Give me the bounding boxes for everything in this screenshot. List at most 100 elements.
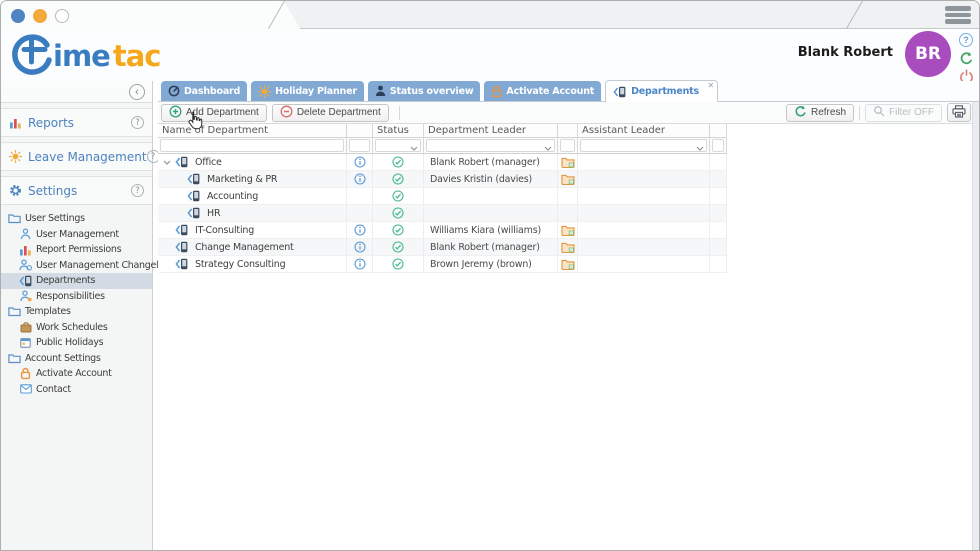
sidebar-item-public-holidays[interactable]: Public Holidays [1, 335, 152, 351]
menu-icon[interactable] [943, 4, 973, 26]
folder-icon [7, 306, 22, 317]
search-icon [873, 105, 885, 120]
filter-cell-name-of-department [158, 138, 347, 154]
info-icon[interactable] [354, 224, 366, 236]
chevron-down-icon[interactable] [696, 143, 704, 154]
add-department-button[interactable]: Add Department [161, 104, 267, 122]
column-header-assistant-leader[interactable]: Assistant Leader [578, 124, 710, 138]
delete-department-button[interactable]: Delete Department [272, 104, 389, 122]
department-name: Office [195, 157, 222, 168]
chevron-down-icon[interactable] [544, 143, 552, 154]
table-row[interactable]: HR [158, 205, 728, 222]
table-row[interactable]: Marketing & PRDavies Kristin (davies) [158, 171, 728, 188]
column-header-spacer-6[interactable] [710, 124, 727, 138]
column-header-status[interactable]: Status [373, 124, 424, 138]
filter-off-button[interactable]: Filter OFF [865, 104, 942, 122]
sun-icon [9, 150, 22, 163]
collapse-sidebar-button[interactable]: ‹ [129, 84, 145, 100]
filter-input-name-of-department[interactable] [160, 139, 344, 152]
folder-doc-icon[interactable] [561, 258, 575, 270]
traffic-light-white[interactable] [55, 9, 69, 23]
filter-combo-assistant-leader[interactable] [580, 139, 707, 152]
sidebar-item-reports[interactable]: Reports? [1, 108, 152, 137]
tab-departments[interactable]: Departments✕ [605, 80, 718, 102]
traffic-light-blue[interactable] [11, 9, 25, 23]
table-row[interactable]: Change ManagementBlank Robert (manager) [158, 239, 728, 256]
expander-chevron-icon[interactable] [162, 160, 172, 165]
tab-status-overview[interactable]: Status overview [368, 81, 481, 101]
sidebar-item-label: Report Permissions [36, 244, 121, 255]
help-icon[interactable]: ? [958, 32, 974, 48]
chart-icon [18, 244, 33, 256]
sidebar-item-user-management-changelog[interactable]: User Management Changelog [1, 258, 152, 274]
spacer-cell [710, 171, 727, 188]
filter-combo-department-leader[interactable] [426, 139, 555, 152]
sidebar-item-label: User Management [36, 229, 119, 240]
refresh-button[interactable]: Refresh [786, 104, 854, 122]
avatar[interactable]: BR [905, 31, 951, 77]
right-panel-strip[interactable] [972, 102, 979, 551]
chevron-down-icon[interactable] [410, 143, 418, 154]
refresh-icon[interactable] [958, 50, 974, 66]
column-header-department-leader[interactable]: Department Leader [424, 124, 558, 138]
table-row[interactable]: OfficeBlank Robert (manager) [158, 154, 728, 171]
filter-input-4[interactable] [560, 139, 575, 152]
sidebar-item-work-schedules[interactable]: Work Schedules [1, 320, 152, 336]
tab-holiday-planner[interactable]: Holiday Planner [251, 81, 364, 101]
sidebar-item-responsibilities[interactable]: Responsibilities [1, 289, 152, 305]
info-icon[interactable] [354, 173, 366, 185]
info-icon[interactable] [354, 241, 366, 253]
sidebar-item-report-permissions[interactable]: Report Permissions [1, 242, 152, 258]
folder-doc-icon[interactable] [561, 173, 575, 185]
timetac-logo[interactable]: ime tac [9, 32, 160, 78]
folder-doc-icon[interactable] [561, 241, 575, 253]
tab-dashboard[interactable]: Dashboard [161, 81, 247, 101]
department-name-cell: Accounting [158, 188, 347, 205]
status-cell [373, 256, 424, 273]
plus-circle-icon [169, 105, 182, 121]
sidebar-item-label: Activate Account [36, 368, 112, 379]
sidebar-item-leave-management[interactable]: Leave Management? [1, 142, 152, 171]
status-cell [373, 205, 424, 222]
folder-cell [558, 256, 578, 273]
sidebar-item-user-settings[interactable]: User Settings [1, 211, 152, 227]
sidebar-item-contact[interactable]: Contact [1, 382, 152, 398]
sidebar-item-account-settings[interactable]: Account Settings [1, 351, 152, 367]
info-icon[interactable] [354, 156, 366, 168]
help-icon[interactable]: ? [131, 116, 144, 129]
department-icon [187, 190, 201, 202]
spacer-cell [710, 222, 727, 239]
header-quick-actions: ? [958, 32, 974, 84]
spacer-cell [710, 205, 727, 222]
column-header-name-of-department[interactable]: Name of Department [158, 124, 347, 138]
check-circle-icon [392, 173, 404, 185]
close-icon[interactable]: ✕ [707, 81, 714, 90]
column-header-spacer-1[interactable] [347, 124, 373, 138]
sidebar-item-settings[interactable]: Settings? [1, 176, 152, 205]
column-header-spacer-4[interactable] [558, 124, 578, 138]
department-leader-cell [424, 188, 558, 205]
folder-doc-icon[interactable] [561, 156, 575, 168]
departments-grid: Name of Department StatusDepartment Leade… [158, 124, 728, 273]
status-cell [373, 171, 424, 188]
department-leader-cell: Blank Robert (manager) [424, 239, 558, 256]
table-row[interactable]: Strategy ConsultingBrown Jeremy (brown) [158, 256, 728, 273]
sidebar-item-user-management[interactable]: User Management [1, 227, 152, 243]
folder-doc-icon[interactable] [561, 224, 575, 236]
department-name-cell: Marketing & PR [158, 171, 347, 188]
sidebar-item-activate-account[interactable]: Activate Account [1, 366, 152, 382]
filter-input-6[interactable] [712, 139, 724, 152]
table-row[interactable]: Accounting [158, 188, 728, 205]
filter-input-1[interactable] [349, 139, 370, 152]
table-row[interactable]: IT-ConsultingWilliams Kiara (williams) [158, 222, 728, 239]
traffic-light-orange[interactable] [33, 9, 47, 23]
sidebar-item-templates[interactable]: Templates [1, 304, 152, 320]
assistant-leader-cell [578, 171, 710, 188]
tab-activate-account[interactable]: Activate Account [484, 81, 601, 101]
help-icon[interactable]: ? [131, 184, 144, 197]
info-cell [347, 222, 373, 239]
print-button[interactable] [947, 103, 971, 122]
info-icon[interactable] [354, 258, 366, 270]
sidebar-item-departments[interactable]: Departments [1, 273, 152, 289]
sidebar-item-label: Responsibilities [36, 291, 105, 302]
